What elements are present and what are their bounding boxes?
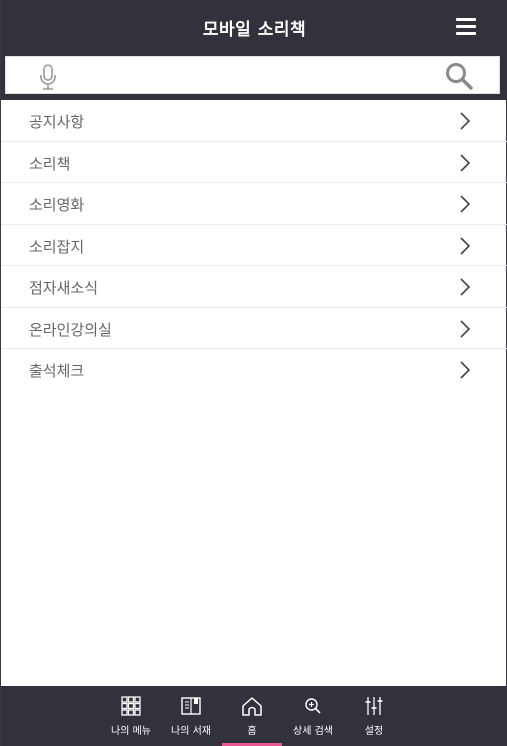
list-item-braille-news[interactable]: 점자새소식 (1, 266, 507, 308)
main-menu-list: 공지사항 소리책 소리영화 소리잡지 점자새소식 온라인강의실 출석체크 (1, 100, 507, 391)
grid-icon (121, 696, 141, 716)
chevron-right-icon (460, 236, 471, 255)
list-item-label: 온라인강의실 (29, 320, 112, 339)
sliders-icon (365, 697, 383, 715)
list-item-online-class[interactable]: 온라인강의실 (1, 308, 507, 349)
magnifier-icon[interactable] (444, 61, 474, 91)
page-title: 모바일 소리책 (202, 20, 307, 40)
bottom-nav: 나의 메뉴 나의 서재 홈 상세 검색 설정 (1, 686, 507, 746)
nav-settings[interactable]: 설정 (344, 686, 404, 746)
search-bar (1, 56, 507, 100)
app-header: 모바일 소리책 (1, 0, 507, 56)
nav-label: 상세 검색 (293, 726, 333, 737)
chevron-right-icon (460, 278, 471, 296)
list-item-audiobook[interactable]: 소리책 (1, 142, 507, 183)
nav-my-library[interactable]: 나의 서재 (161, 686, 221, 746)
nav-advanced-search[interactable]: 상세 검색 (283, 686, 343, 746)
nav-label: 나의 메뉴 (111, 726, 151, 737)
list-item-label: 점자새소식 (29, 279, 99, 297)
hamburger-menu-icon[interactable] (456, 17, 478, 37)
chevron-right-icon (460, 319, 471, 338)
microphone-icon[interactable] (36, 63, 60, 91)
list-item-audio-magazine[interactable]: 소리잡지 (1, 225, 507, 266)
nav-label: 나의 서재 (171, 726, 211, 737)
nav-label: 홈 (247, 726, 257, 737)
list-item-label: 소리잡지 (29, 237, 85, 256)
chevron-right-icon (460, 361, 471, 379)
list-item-label: 소리책 (29, 154, 71, 173)
list-item-label: 출석체크 (29, 362, 85, 380)
chevron-right-icon (460, 153, 471, 172)
chevron-right-icon (460, 112, 471, 130)
nav-label: 설정 (364, 726, 384, 737)
list-item-attendance[interactable]: 출석체크 (1, 349, 507, 391)
chevron-right-icon (460, 195, 471, 213)
home-icon (242, 697, 262, 716)
list-item-notice[interactable]: 공지사항 (1, 100, 507, 142)
list-item-label: 공지사항 (29, 113, 85, 131)
book-icon (181, 697, 201, 715)
list-item-label: 소리영화 (29, 196, 85, 214)
search-input[interactable] (68, 62, 438, 90)
nav-my-menu[interactable]: 나의 메뉴 (101, 686, 161, 746)
nav-home[interactable]: 홈 (222, 686, 282, 746)
zoom-search-icon (305, 698, 321, 714)
search-box (5, 56, 500, 94)
list-item-audio-movie[interactable]: 소리영화 (1, 183, 507, 225)
app-root: 모바일 소리책 공지사항 소리책 소리영화 소리잡지 점자새소식 온라인강의실 … (0, 0, 507, 746)
